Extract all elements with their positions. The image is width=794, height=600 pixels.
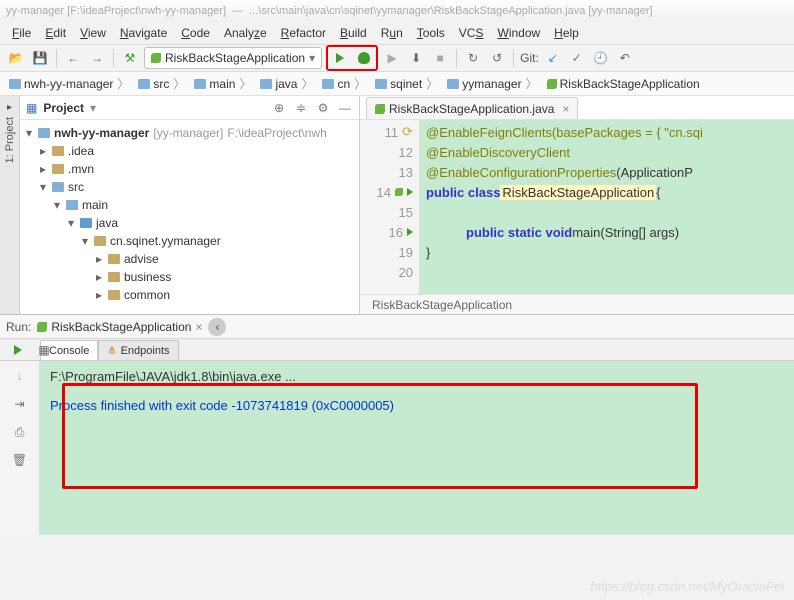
console-output[interactable]: F:\ProgramFile\JAVA\jdk1.8\bin\java.exe … — [40, 361, 794, 535]
print-icon[interactable]: ⎙ — [11, 423, 29, 441]
hide-icon[interactable]: — — [337, 100, 353, 116]
endpoints-tab[interactable]: ⋔Endpoints — [98, 340, 178, 360]
settings-icon[interactable]: ⚙ — [315, 100, 331, 116]
spring-icon — [37, 322, 47, 332]
project-tool-tab[interactable]: ▸ 1: Project — [0, 96, 20, 314]
vcs-update-icon[interactable]: ↻ — [463, 48, 483, 68]
scroll-icon[interactable]: ⇥ — [11, 395, 29, 413]
git-label: Git: — [520, 51, 539, 65]
breadcrumb-sqinet[interactable]: sqinet〉 — [372, 75, 442, 92]
editor-breadcrumb[interactable]: RiskBackStageApplication — [360, 294, 794, 314]
menu-help[interactable]: Help — [548, 24, 585, 42]
project-title[interactable]: Project — [43, 101, 84, 115]
run-tabs: ▦ Console ⋔Endpoints — [0, 339, 794, 361]
run-button[interactable] — [330, 48, 350, 68]
menu-analyze[interactable]: Analyze — [218, 24, 273, 42]
console-line-2: Process finished with exit code -1073741… — [50, 398, 784, 413]
navigation-bar: nwh-yy-manager〉 src〉 main〉 java〉 cn〉 sqi… — [0, 72, 794, 96]
forward-icon[interactable]: → — [87, 48, 107, 68]
console-line-1: F:\ProgramFile\JAVA\jdk1.8\bin\java.exe … — [50, 369, 784, 384]
tree-src[interactable]: ▾src — [24, 178, 355, 196]
editor-tab-bar: RiskBackStageApplication.java × — [360, 96, 794, 120]
stop-button[interactable]: ↓ — [11, 367, 29, 385]
tree-common[interactable]: ▸common — [24, 286, 355, 304]
expand-icon[interactable]: ≑ — [293, 100, 309, 116]
run-debug-highlight — [326, 45, 378, 71]
menu-run[interactable]: Run — [375, 24, 409, 42]
code-editor[interactable]: 11⟳ 12 13 14 15 16 19 20 @EnableFeignCli… — [360, 120, 794, 294]
git-commit-icon[interactable]: ✓ — [567, 48, 587, 68]
chevron-down-icon: ▾ — [309, 51, 315, 65]
run-config-title[interactable]: RiskBackStageApplication × — [37, 320, 202, 334]
menu-build[interactable]: Build — [334, 24, 373, 42]
console-toolbar: ↓ ⇥ ⎙ 🗑 — [0, 361, 40, 535]
breadcrumb-yymanager[interactable]: yymanager〉 — [444, 75, 541, 92]
coverage-icon[interactable]: ▶ — [382, 48, 402, 68]
tree-root[interactable]: ▾nwh-yy-manager [yy-manager] F:\ideaProj… — [24, 124, 355, 142]
git-fetch-icon[interactable]: ↙ — [543, 48, 563, 68]
run-header: Run: RiskBackStageApplication × ‹ — [0, 315, 794, 339]
run-config-label: RiskBackStageApplication — [165, 51, 305, 65]
watermark: https://blog.csdn.net/MyOracleFei — [590, 579, 784, 594]
tree-mvn[interactable]: ▸.mvn — [24, 160, 355, 178]
menu-bar: File Edit View Navigate Code Analyze Ref… — [0, 22, 794, 44]
menu-vcs[interactable]: VCS — [453, 24, 490, 42]
rerun-icon[interactable] — [8, 340, 28, 360]
breadcrumb-java[interactable]: java〉 — [257, 75, 317, 92]
menu-tools[interactable]: Tools — [411, 24, 451, 42]
menu-edit[interactable]: Edit — [39, 24, 72, 42]
project-tree: ▾nwh-yy-manager [yy-manager] F:\ideaProj… — [20, 120, 359, 308]
editor-area: RiskBackStageApplication.java × 11⟳ 12 1… — [360, 96, 794, 314]
stop-icon[interactable]: ■ — [430, 48, 450, 68]
git-revert-icon[interactable]: ↶ — [615, 48, 635, 68]
editor-tab[interactable]: RiskBackStageApplication.java × — [366, 97, 578, 119]
tree-java[interactable]: ▾java — [24, 214, 355, 232]
breadcrumb-src[interactable]: src〉 — [135, 75, 189, 92]
menu-file[interactable]: File — [6, 24, 37, 42]
tree-idea[interactable]: ▸.idea — [24, 142, 355, 160]
save-icon[interactable]: 💾 — [30, 48, 50, 68]
attach-icon[interactable]: ⬇ — [406, 48, 426, 68]
back-icon[interactable]: ← — [63, 48, 83, 68]
breadcrumb-class[interactable]: RiskBackStageApplication — [544, 77, 703, 91]
menu-code[interactable]: Code — [175, 24, 216, 42]
trash-icon[interactable]: 🗑 — [11, 451, 29, 469]
run-tool-label: Run: — [6, 320, 31, 334]
breadcrumb-main[interactable]: main〉 — [191, 75, 255, 92]
spring-icon — [375, 104, 385, 114]
close-tab-icon[interactable]: × — [562, 102, 569, 116]
target-icon[interactable]: ⊕ — [271, 100, 287, 116]
open-file-icon[interactable]: 📂 — [6, 48, 26, 68]
line-gutter: 11⟳ 12 13 14 15 16 19 20 — [360, 120, 420, 294]
project-panel: ▦ Project ▾ ⊕ ≑ ⚙ — ▾nwh-yy-manager [yy-… — [20, 96, 360, 314]
run-config-selector[interactable]: RiskBackStageApplication ▾ — [144, 47, 322, 69]
menu-view[interactable]: View — [74, 24, 112, 42]
collapse-button[interactable]: ‹ — [208, 318, 226, 336]
tree-business[interactable]: ▸business — [24, 268, 355, 286]
tree-package[interactable]: ▾cn.sqinet.yymanager — [24, 232, 355, 250]
spring-icon — [151, 53, 161, 63]
debug-button[interactable] — [354, 48, 374, 68]
project-panel-header: ▦ Project ▾ ⊕ ≑ ⚙ — — [20, 96, 359, 120]
run-dashboard-icon[interactable]: ▦ — [34, 340, 54, 360]
vcs-commit-icon[interactable]: ↺ — [487, 48, 507, 68]
code-content[interactable]: @EnableFeignClients(basePackages = { "cn… — [420, 120, 794, 294]
title-sep: — — [232, 5, 243, 17]
title-right: ...\src\main\java\cn\sqinet\yymanager\Ri… — [249, 5, 653, 17]
breadcrumb-cn[interactable]: cn〉 — [319, 75, 370, 92]
tree-main[interactable]: ▾main — [24, 196, 355, 214]
main-toolbar: 📂 💾 ← → ⚒ RiskBackStageApplication ▾ ▶ ⬇… — [0, 44, 794, 72]
run-tool-window: Run: RiskBackStageApplication × ‹ ▦ Cons… — [0, 314, 794, 535]
title-left: yy-manager [F:\ideaProject\nwh-yy-manage… — [6, 5, 226, 17]
build-icon[interactable]: ⚒ — [120, 48, 140, 68]
breadcrumb-root[interactable]: nwh-yy-manager〉 — [6, 75, 133, 92]
menu-refactor[interactable]: Refactor — [275, 24, 332, 42]
menu-navigate[interactable]: Navigate — [114, 24, 173, 42]
window-title-bar: yy-manager [F:\ideaProject\nwh-yy-manage… — [0, 0, 794, 22]
menu-window[interactable]: Window — [491, 24, 546, 42]
git-history-icon[interactable]: 🕘 — [591, 48, 611, 68]
tree-advise[interactable]: ▸advise — [24, 250, 355, 268]
